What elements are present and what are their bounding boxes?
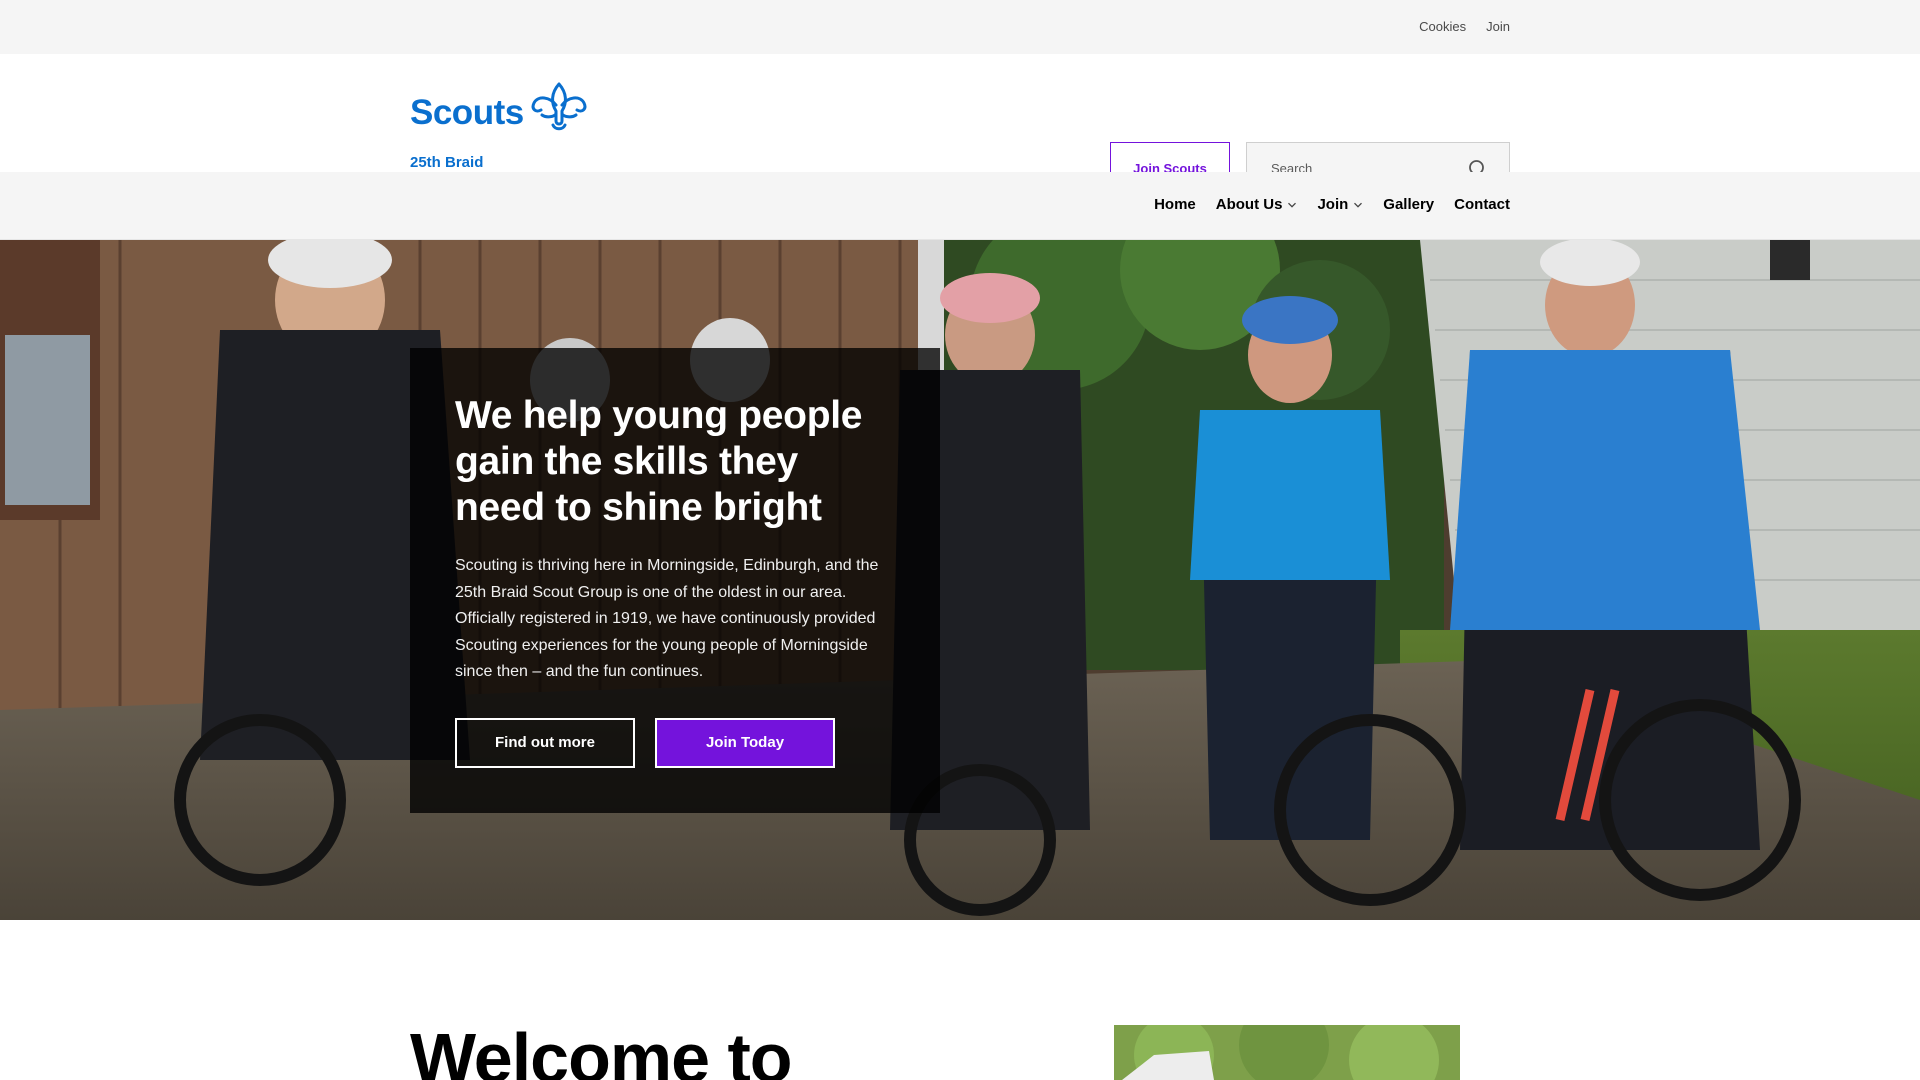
logo-wordmark: Scouts	[410, 93, 524, 132]
nav-item-label: Gallery	[1383, 196, 1435, 213]
welcome-photo-image	[1114, 1025, 1460, 1080]
utility-links: Cookies Join	[1419, 19, 1510, 34]
chevron-down-icon	[1354, 202, 1363, 208]
nav-item-join[interactable]: Join	[1317, 196, 1363, 213]
hero-description: Scouting is thriving here in Morningside…	[455, 557, 879, 680]
hero-buttons: Find out more Join Today	[455, 717, 895, 768]
nav-items: Home About Us Join Gallery Contact	[1154, 196, 1510, 213]
nav-item-label: Contact	[1454, 196, 1510, 213]
nav-item-home[interactable]: Home	[1154, 196, 1196, 213]
utility-join-link[interactable]: Join	[1486, 19, 1510, 34]
hero-title: We help young people gain the skills the…	[455, 394, 863, 529]
welcome-photo	[1114, 1025, 1460, 1080]
hero-banner: We help young people gain the skills the…	[0, 240, 1920, 920]
cookies-link[interactable]: Cookies	[1419, 19, 1466, 34]
nav-item-label: About Us	[1215, 196, 1283, 213]
nav-item-contact[interactable]: Contact	[1454, 196, 1510, 213]
nav-item-about-us[interactable]: About Us	[1216, 196, 1298, 213]
hero-content-panel: We help young people gain the skills the…	[410, 348, 940, 813]
nav-item-label: Home	[1154, 196, 1196, 213]
hero-photo	[0, 240, 1920, 920]
main-navigation: Home About Us Join Gallery Contact	[0, 172, 1920, 240]
find-out-more-button[interactable]: Find out more	[455, 717, 635, 768]
logo-group-name: 25th Braid	[410, 154, 484, 171]
nav-item-gallery[interactable]: Gallery	[1383, 196, 1434, 213]
site-header: Scouts 25th Braid Join Scouts	[0, 54, 1920, 194]
join-today-button[interactable]: Join Today	[655, 717, 835, 768]
fleur-de-lis-logo-icon	[531, 82, 587, 131]
welcome-heading: Welcome to	[410, 1019, 793, 1080]
site-logo[interactable]: Scouts 25th Braid	[410, 79, 600, 171]
utility-bar: Cookies Join	[0, 0, 1920, 54]
nav-item-label: Join	[1317, 196, 1349, 213]
chevron-down-icon	[1288, 202, 1297, 208]
